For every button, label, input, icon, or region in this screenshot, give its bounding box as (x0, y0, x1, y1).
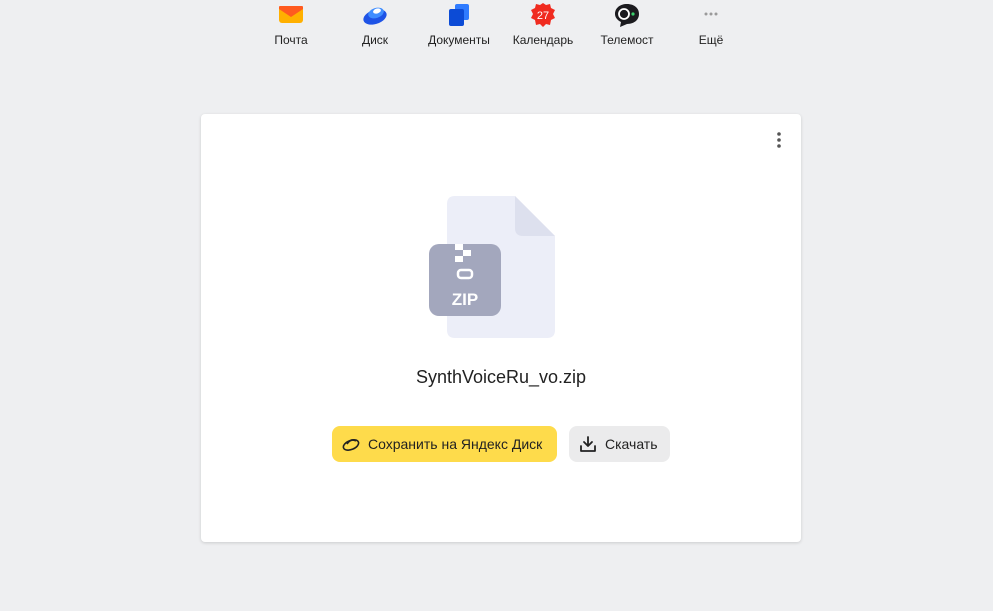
calendar-icon: 27 (531, 3, 555, 27)
documents-icon (449, 4, 469, 26)
nav-item-disk[interactable]: Диск (335, 2, 415, 50)
disk-icon (363, 7, 387, 25)
download-button-label: Скачать (605, 436, 658, 452)
zip-file-icon: ZIP (429, 196, 555, 338)
file-name: SynthVoiceRu_vo.zip (415, 367, 587, 387)
telemost-icon (615, 4, 639, 27)
more-menu-button[interactable] (769, 130, 789, 152)
nav-item-more[interactable]: Ещё (671, 2, 751, 50)
more-icon (704, 12, 718, 16)
nav-item-calendar[interactable]: 27 Календарь (503, 2, 583, 50)
vertical-dots-icon (777, 132, 781, 148)
nav-item-label: Диск (361, 33, 389, 47)
nav-item-mail[interactable]: Почта (251, 2, 331, 50)
nav-item-label: Телемост (600, 33, 654, 47)
download-icon (580, 436, 596, 452)
mail-icon (279, 6, 303, 23)
nav-item-documents[interactable]: Документы (419, 2, 499, 50)
disk-saucer-icon (342, 439, 360, 451)
nav-item-label: Документы (428, 33, 490, 47)
calendar-badge: 27 (537, 10, 549, 22)
nav-item-label: Почта (274, 33, 308, 47)
zip-label: ZIP (452, 290, 478, 309)
file-card: ZIP SynthVoiceRu_vo.zip Сохранить на Янд… (201, 114, 801, 542)
nav-item-label: Ещё (698, 33, 724, 47)
nav-item-label: Календарь (512, 33, 574, 47)
nav-item-telemost[interactable]: Телемост (587, 2, 667, 50)
download-button[interactable]: Скачать (569, 426, 670, 462)
save-button-label: Сохранить на Яндекс Диск (368, 436, 543, 452)
top-navigation: Почта Диск Документы 27 Календарь Телемо… (0, 0, 993, 60)
save-to-disk-button[interactable]: Сохранить на Яндекс Диск (332, 426, 557, 462)
